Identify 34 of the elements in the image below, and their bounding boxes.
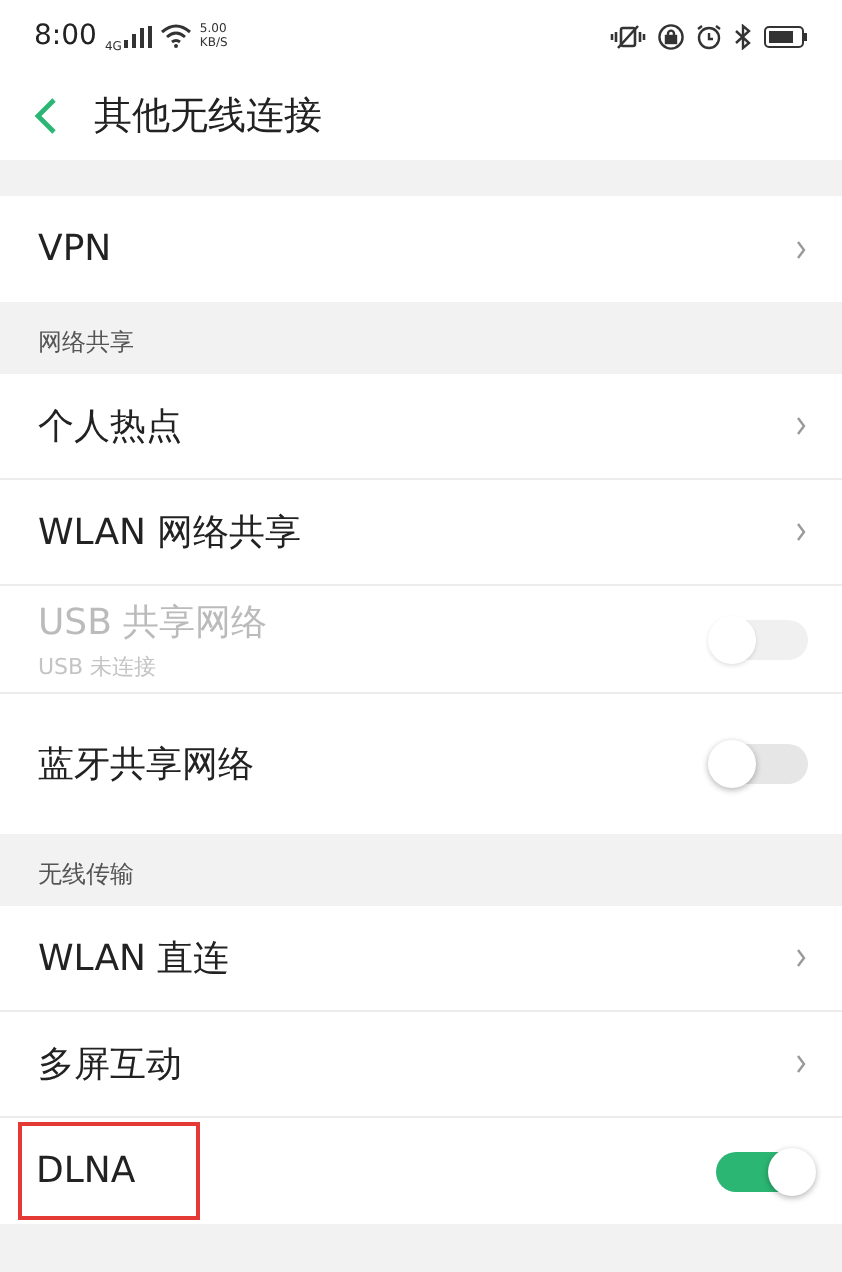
section-header: 网络共享 <box>36 326 136 360</box>
chevron-icon <box>796 522 806 542</box>
settings-row[interactable]: WLAN 直连 <box>0 906 842 1012</box>
row-label: 个人热点 <box>38 404 182 450</box>
row-subtitle: USB 未连接 <box>38 651 159 681</box>
settings-row[interactable]: 多屏互动 <box>0 1012 842 1118</box>
section-header: 无线传输 <box>36 858 136 892</box>
row-label: WLAN 直连 <box>38 936 230 982</box>
page-title: 其他无线连接 <box>94 92 322 142</box>
row-label: WLAN 网络共享 <box>38 510 302 556</box>
row-label: 蓝牙共享网络 <box>38 742 254 788</box>
row-label: VPN <box>38 228 112 270</box>
chevron-icon <box>796 416 806 436</box>
row-label: USB 共享网络 <box>38 599 268 645</box>
chevron-icon <box>796 1054 806 1074</box>
settings-row[interactable]: 个人热点 <box>0 374 842 480</box>
vibrate-off-icon <box>610 23 646 49</box>
chevron-icon <box>796 948 806 968</box>
settings-row[interactable]: WLAN 网络共享 <box>0 480 842 586</box>
alarm-icon <box>696 23 722 49</box>
signal-icon <box>123 25 152 47</box>
settings-row[interactable]: VPN <box>0 196 842 302</box>
row-label: 多屏互动 <box>38 1042 182 1088</box>
lock-icon <box>658 23 684 49</box>
wifi-icon <box>159 24 192 48</box>
chevron-icon <box>796 239 806 259</box>
back-button[interactable] <box>34 96 58 136</box>
bluetooth-icon <box>734 23 752 49</box>
status-time: 8:00 <box>34 20 97 52</box>
settings-row[interactable]: 蓝牙共享网络 <box>0 694 842 834</box>
row-label: DLNA <box>36 1150 136 1192</box>
settings-row[interactable]: DLNA <box>0 1118 842 1224</box>
battery-icon <box>764 25 808 47</box>
back-icon <box>34 96 58 136</box>
